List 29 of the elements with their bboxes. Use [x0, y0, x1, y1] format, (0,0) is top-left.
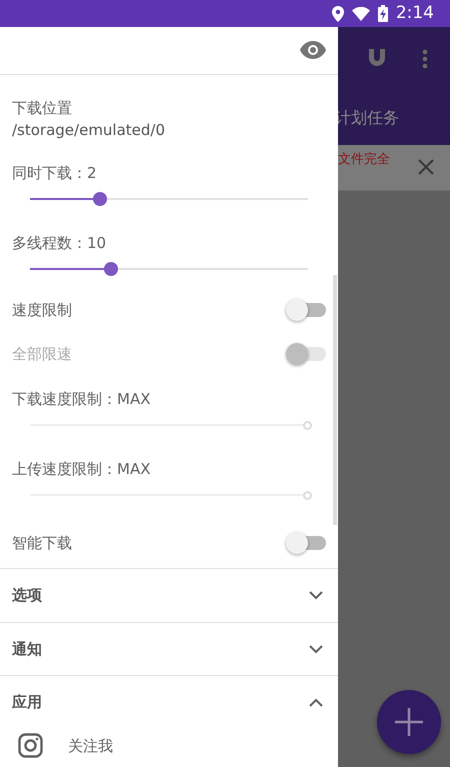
location-icon: [332, 6, 344, 22]
more-icon[interactable]: [422, 49, 428, 69]
banner-text: 文件完全: [338, 151, 390, 169]
toggle-switch[interactable]: [286, 532, 326, 554]
setting-label: 上传速度限制：MAX: [12, 458, 152, 480]
chevron-down-icon: [308, 642, 324, 655]
close-icon[interactable]: [418, 159, 434, 175]
wifi-icon: [352, 6, 370, 20]
section-header[interactable]: 通知: [0, 622, 338, 676]
section-header[interactable]: 选项: [0, 568, 338, 622]
setting-label: 下载速度限制：MAX: [12, 388, 152, 410]
setting-label: 智能下载: [12, 532, 72, 554]
toggle-switch[interactable]: [286, 298, 326, 321]
status-time: 2:14: [396, 2, 434, 25]
chevron-up-icon: [308, 696, 324, 709]
add-button[interactable]: [377, 690, 441, 754]
visibility-icon[interactable]: [300, 41, 326, 60]
setting-label: 下载位置: [12, 98, 73, 119]
section-header[interactable]: 应用: [0, 675, 338, 729]
setting-label: 多线程数：10: [12, 232, 108, 254]
setting-label: 同时下载：2: [12, 162, 98, 184]
instagram-icon: [18, 733, 43, 758]
plus-icon: [394, 707, 424, 737]
setting-label: 速度限制: [12, 300, 72, 321]
chevron-down-icon: [308, 589, 324, 602]
battery-icon: [378, 5, 388, 22]
setting-label: 全部限速: [12, 344, 72, 365]
path-text: /storage/emulated/0: [12, 120, 166, 142]
magnet-icon[interactable]: [368, 49, 386, 67]
